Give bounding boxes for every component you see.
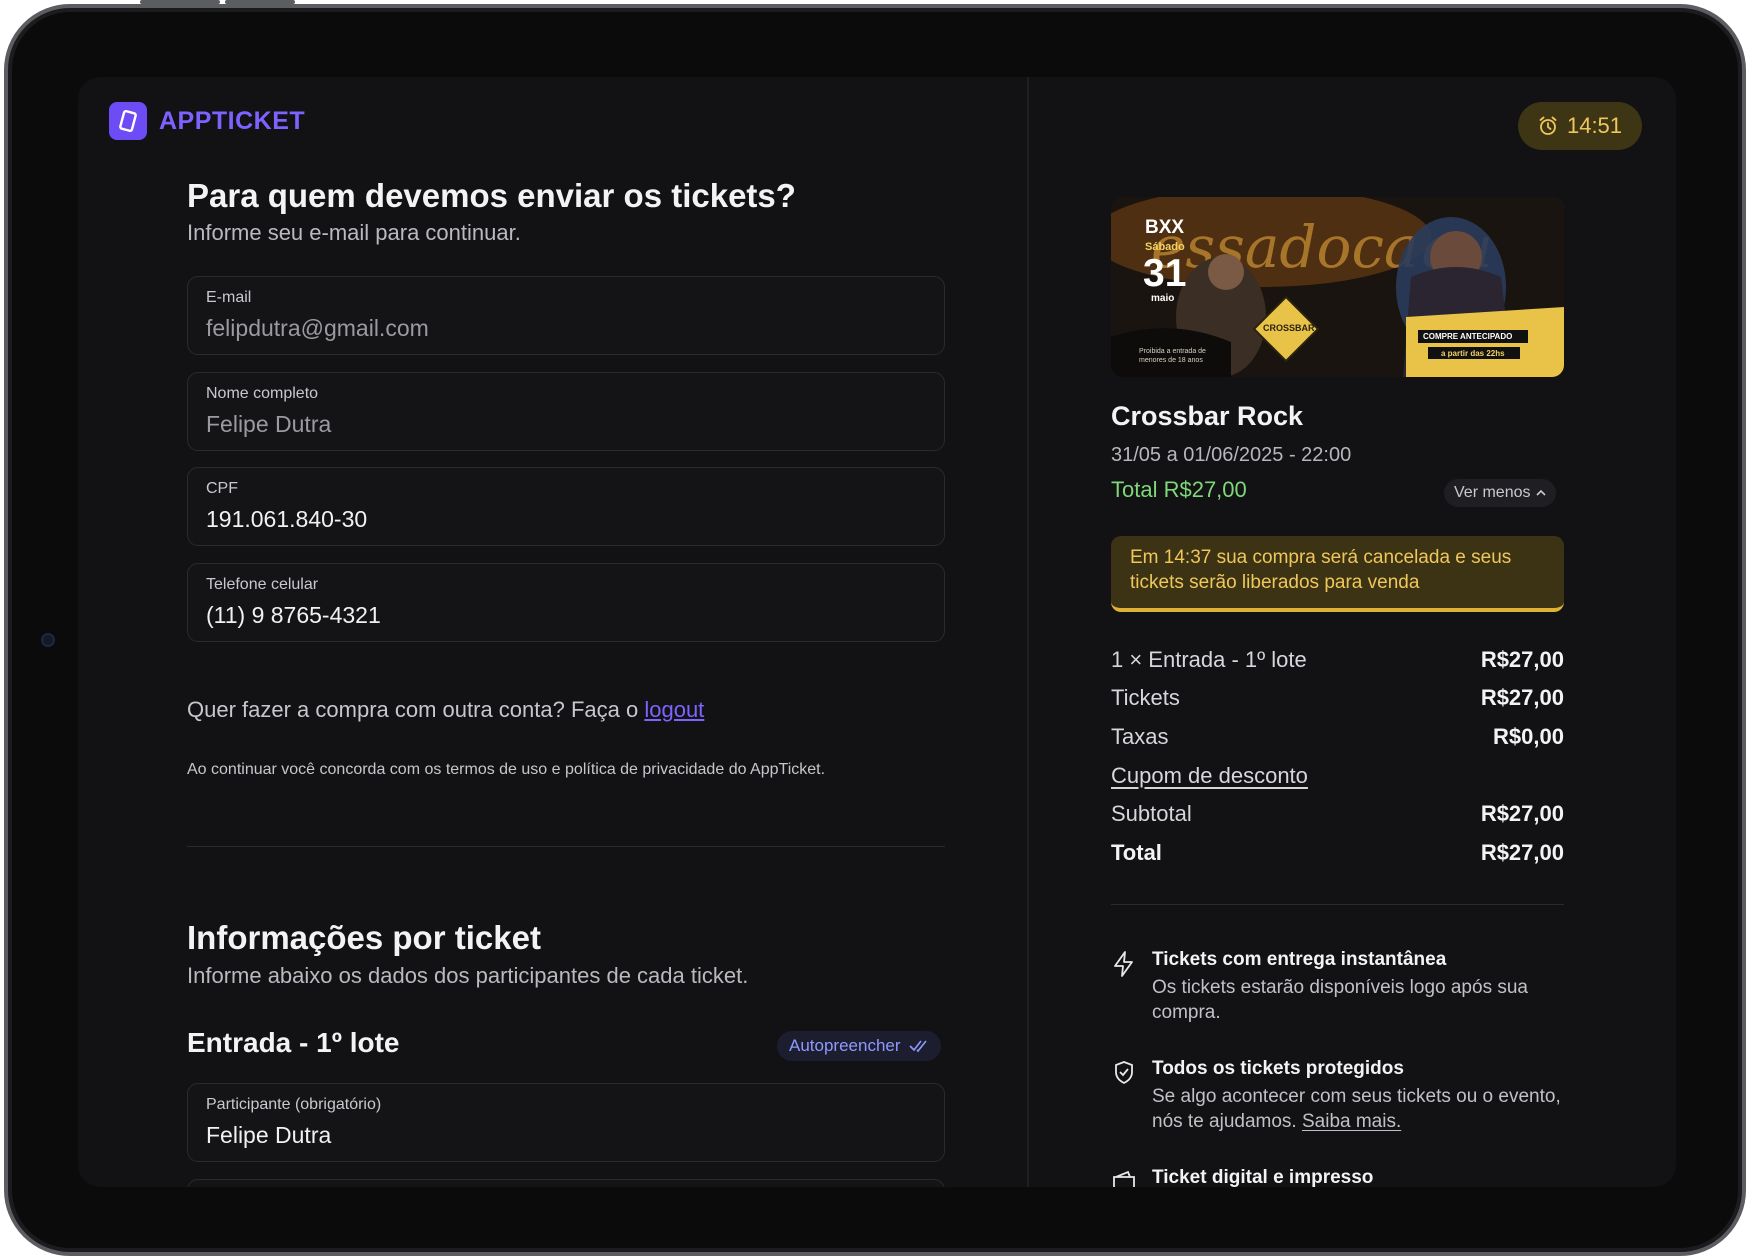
- feature-digital-ticket: Ticket digital e impresso: [1111, 1167, 1564, 1187]
- column-divider: [1027, 77, 1029, 1187]
- cpf-field[interactable]: CPF 191.061.840-30: [187, 467, 945, 546]
- contact-title: Para quem devemos enviar os tickets?: [187, 177, 796, 214]
- next-field[interactable]: [187, 1179, 945, 1187]
- coupon-link[interactable]: Cupom de desconto: [1111, 763, 1308, 789]
- terms-middle: e: [551, 761, 561, 778]
- checkout-screen: APPTICKET Para quem devemos enviar os ti…: [78, 77, 1676, 1187]
- tickets-info-subtitle: Informe abaixo os dados dos participante…: [187, 963, 749, 988]
- summary-subtotal: Subtotal R$27,00: [1111, 801, 1564, 827]
- tickets-info-title: Informações por ticket: [187, 919, 541, 956]
- banner-time: a partir das 22hs: [1441, 349, 1505, 358]
- cpf-value: 191.061.840-30: [206, 506, 368, 532]
- section-divider: [187, 846, 945, 847]
- wallet-icon: [1111, 1167, 1137, 1187]
- subtotal-label: Subtotal: [1111, 801, 1192, 826]
- full-name-value: Felipe Dutra: [206, 411, 332, 437]
- feature-title: Tickets com entrega instantânea: [1152, 949, 1447, 970]
- participant-field[interactable]: Participante (obrigatório) Felipe Dutra: [187, 1083, 945, 1162]
- shield-icon: [1111, 1058, 1137, 1134]
- tickets-label: Tickets: [1111, 685, 1180, 710]
- banner-logo: CROSSBAR: [1263, 323, 1315, 333]
- terms-of-use-link[interactable]: termos de uso: [446, 761, 547, 778]
- privacy-policy-link[interactable]: política de privacidade: [565, 761, 724, 778]
- other-account-text: Quer fazer a compra com outra conta? Faç…: [187, 697, 704, 723]
- ticket-icon: [109, 102, 147, 140]
- terms-prefix: Ao continuar você concorda com os: [187, 761, 442, 778]
- app-logo[interactable]: APPTICKET: [109, 102, 305, 140]
- participant-value: Felipe Dutra: [206, 1122, 332, 1148]
- event-banner: essadocaqu BXX Sábado 31 maio CROSSBAR P…: [1111, 197, 1564, 377]
- summary-coupon: Cupom de desconto: [1111, 763, 1564, 789]
- power-button: [225, 0, 295, 4]
- checkout-timer: 14:51: [1518, 102, 1642, 150]
- total-value: R$27,00: [1480, 840, 1564, 865]
- learn-more-link[interactable]: Saiba mais.: [1302, 1111, 1401, 1132]
- front-camera: [41, 633, 55, 647]
- other-account-prompt: Quer fazer a compra com outra conta? Faç…: [187, 697, 639, 722]
- chevron-up-icon: [1536, 489, 1547, 496]
- feature-desc: Se algo acontecer com seus tickets ou o …: [1152, 1084, 1564, 1134]
- timer-value: 14:51: [1566, 113, 1623, 138]
- cancellation-warning: Em 14:37 sua compra será cancelada e seu…: [1111, 536, 1564, 612]
- contact-subtitle: Informe seu e-mail para continuar.: [187, 220, 521, 245]
- double-check-icon: [908, 1040, 927, 1053]
- banner-venue: BXX: [1145, 217, 1185, 238]
- summary-tickets: Tickets R$27,00: [1111, 685, 1564, 711]
- feature-title: Todos os tickets protegidos: [1152, 1058, 1404, 1079]
- email-field[interactable]: E-mail felipdutra@gmail.com: [187, 276, 945, 355]
- feature-protected: Todos os tickets protegidos Se algo acon…: [1111, 1058, 1564, 1134]
- email-value: felipdutra@gmail.com: [206, 315, 429, 341]
- autofill-label: Autopreencher: [789, 1036, 901, 1055]
- banner-day: 31: [1143, 252, 1187, 295]
- banner-cta: COMPRE ANTECIPADO: [1423, 332, 1513, 341]
- subtotal-value: R$27,00: [1480, 801, 1564, 826]
- cpf-label: CPF: [206, 480, 238, 497]
- full-name-label: Nome completo: [206, 385, 319, 402]
- event-name: Crossbar Rock: [1111, 401, 1304, 431]
- phone-field[interactable]: Telefone celular (11) 9 8765-4321: [187, 563, 945, 642]
- terms-text: Ao continuar você concorda com os termos…: [187, 761, 825, 779]
- phone-label: Telefone celular: [206, 576, 319, 593]
- feature-desc: Os tickets estarão disponíveis logo após…: [1152, 977, 1528, 1023]
- tickets-value: R$27,00: [1480, 685, 1564, 710]
- email-label: E-mail: [206, 289, 252, 306]
- participant-label: Participante (obrigatório): [206, 1096, 382, 1113]
- ticket-name: Entrada - 1º lote: [187, 1027, 400, 1058]
- logout-link[interactable]: logout: [644, 697, 704, 722]
- line-item-label: 1 × Entrada - 1º lote: [1111, 647, 1307, 672]
- alarm-clock-icon: [1539, 116, 1557, 135]
- summary-fees: Taxas R$0,00: [1111, 724, 1564, 750]
- fees-value: R$0,00: [1493, 724, 1564, 749]
- summary-total: Total R$27,00: [1111, 840, 1564, 866]
- feature-title: Ticket digital e impresso: [1152, 1167, 1374, 1187]
- feature-instant-delivery: Tickets com entrega instantânea Os ticke…: [1111, 949, 1564, 1025]
- brand-name: APPTICKET: [159, 106, 306, 135]
- terms-suffix: do AppTicket.: [728, 761, 826, 778]
- ver-menos-button[interactable]: Ver menos: [1444, 479, 1557, 507]
- banner-month: maio: [1151, 293, 1175, 304]
- banner-notice: Proibida a entrada de menores de 18 anos: [1139, 348, 1206, 364]
- event-dates: 31/05 a 01/06/2025 - 22:00: [1111, 444, 1352, 466]
- summary-divider: [1111, 904, 1564, 905]
- event-total: Total R$27,00: [1111, 477, 1247, 502]
- phone-value: (11) 9 8765-4321: [206, 602, 381, 628]
- volume-button: [140, 0, 220, 4]
- lightning-icon: [1111, 949, 1137, 1025]
- full-name-field[interactable]: Nome completo Felipe Dutra: [187, 372, 945, 451]
- ver-menos-label: Ver menos: [1454, 484, 1531, 501]
- line-item-value: R$27,00: [1480, 647, 1564, 672]
- total-label: Total: [1111, 840, 1162, 865]
- summary-line-item: 1 × Entrada - 1º lote R$27,00: [1111, 647, 1564, 673]
- fees-label: Taxas: [1111, 724, 1169, 749]
- autofill-button[interactable]: Autopreencher: [777, 1031, 941, 1061]
